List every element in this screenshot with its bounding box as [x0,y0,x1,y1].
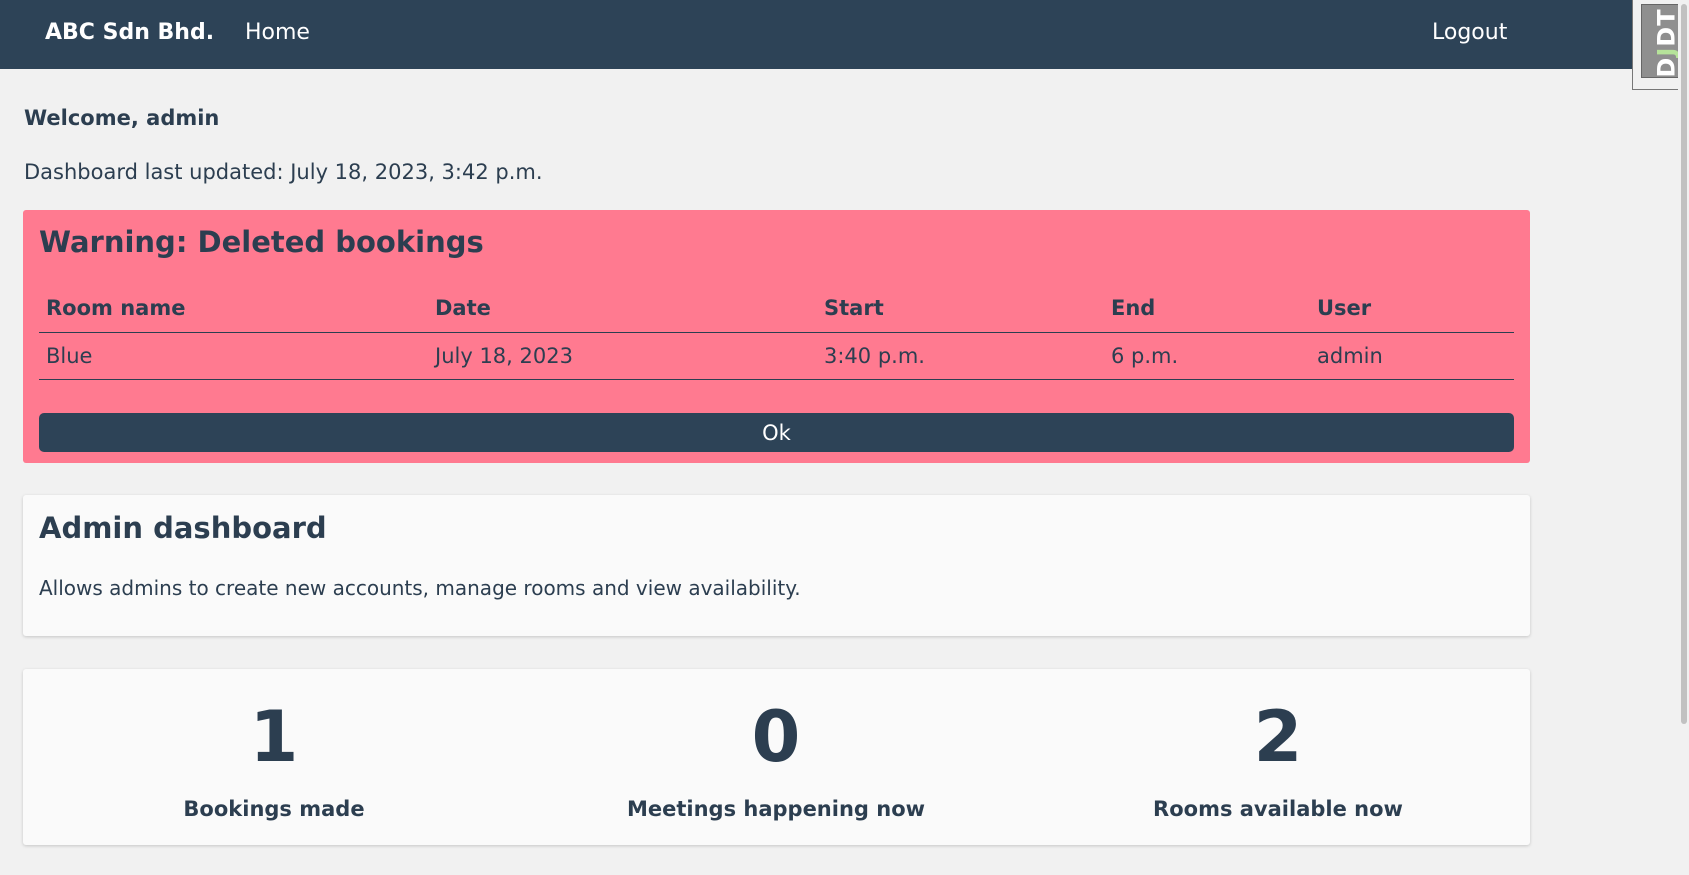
stat-meetings-happening-now: 0 Meetings happening now [525,669,1027,821]
debug-toolbar-label: DJDT [1652,8,1681,78]
welcome-message: Welcome, admin [24,106,220,130]
deleted-bookings-warning: Warning: Deleted bookings Room name Date… [23,210,1530,463]
stat-value: 0 [751,696,801,778]
column-header-start: Start [817,293,1104,333]
nav-logout-link[interactable]: Logout [1432,20,1507,45]
brand-name[interactable]: ABC Sdn Bhd. [45,20,214,45]
vertical-scrollbar[interactable] [1678,0,1689,875]
column-header-user: User [1310,293,1514,333]
column-header-room-name: Room name [39,293,428,333]
admin-dashboard-card: Admin dashboard Allows admins to create … [23,495,1530,636]
column-header-date: Date [428,293,817,333]
stat-label: Rooms available now [1153,797,1403,821]
scrollbar-thumb[interactable] [1681,4,1687,724]
cell-start: 3:40 p.m. [817,332,1104,380]
stat-label: Bookings made [183,797,365,821]
stat-label: Meetings happening now [626,797,926,821]
cell-room-name: Blue [39,332,428,380]
nav-home-link[interactable]: Home [245,20,310,45]
stats-card: 1 Bookings made 0 Meetings happening now… [23,669,1530,845]
admin-dashboard-description: Allows admins to create new accounts, ma… [39,576,801,600]
top-navbar: ABC Sdn Bhd. Home Logout [0,0,1689,69]
admin-dashboard-title: Admin dashboard [39,511,327,545]
table-header-row: Room name Date Start End User [39,293,1514,333]
last-updated-text: Dashboard last updated: July 18, 2023, 3… [24,160,543,184]
cell-user: admin [1310,332,1514,380]
deleted-bookings-table: Room name Date Start End User Blue July … [39,293,1514,380]
table-row: Blue July 18, 2023 3:40 p.m. 6 p.m. admi… [39,332,1514,380]
stat-rooms-available-now: 2 Rooms available now [1027,669,1529,821]
warning-title: Warning: Deleted bookings [39,225,484,259]
stat-bookings-made: 1 Bookings made [23,669,525,821]
stat-value: 2 [1253,696,1303,778]
ok-button[interactable]: Ok [39,413,1514,452]
cell-date: July 18, 2023 [428,332,817,380]
cell-end: 6 p.m. [1104,332,1310,380]
column-header-end: End [1104,293,1310,333]
stat-value: 1 [249,696,299,778]
